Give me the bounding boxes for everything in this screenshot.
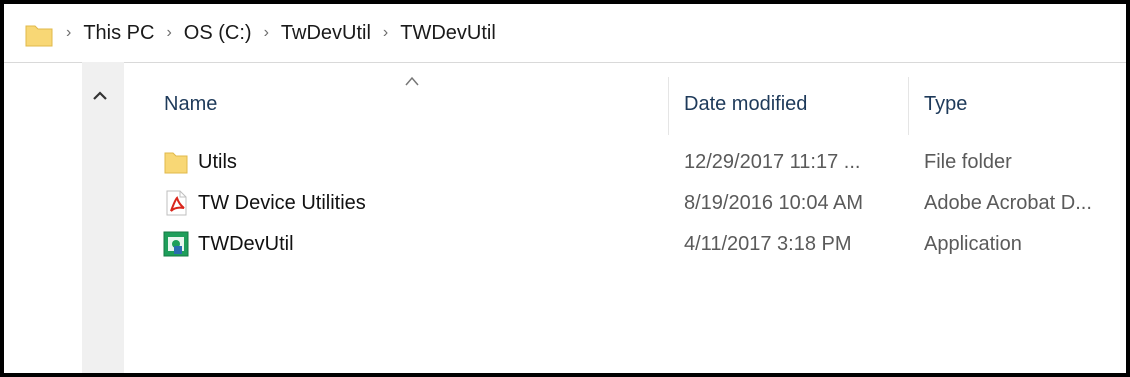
file-name: TWDevUtil [198, 233, 294, 255]
file-row-tw-device-utilities[interactable]: TW Device Utilities 8/19/2016 10:04 AM A… [124, 186, 1126, 227]
breadcrumb-twdevutil-parent[interactable]: TwDevUtil [281, 22, 371, 45]
folder-icon [25, 25, 53, 47]
chevron-right-icon[interactable]: › [383, 24, 388, 42]
file-row-twdevutil[interactable]: TWDevUtil 4/11/2017 3:18 PM Application [124, 227, 1126, 268]
file-date-modified: 8/19/2016 10:04 AM [684, 192, 864, 214]
folder-icon [164, 152, 188, 174]
chevron-right-icon[interactable]: › [66, 24, 71, 42]
breadcrumb-this-pc[interactable]: This PC [83, 22, 154, 45]
chevron-right-icon[interactable]: › [166, 24, 171, 42]
application-icon [163, 231, 189, 257]
sort-ascending-icon [405, 76, 419, 86]
address-bar[interactable]: › This PC › OS (C:) › TwDevUtil › TWDevU… [4, 4, 1126, 63]
breadcrumb-twdevutil-current[interactable]: TWDevUtil [400, 22, 496, 45]
file-row-utils[interactable]: Utils 12/29/2017 11:17 ... File folder [124, 145, 1126, 186]
file-date-modified: 12/29/2017 11:17 ... [684, 151, 861, 173]
file-name: TW Device Utilities [198, 192, 366, 214]
chevron-up-icon[interactable] [90, 86, 110, 106]
file-type: File folder [924, 151, 1012, 173]
column-header-type[interactable]: Type [924, 93, 967, 116]
column-header-name[interactable]: Name [164, 93, 217, 116]
breadcrumb: › This PC › OS (C:) › TwDevUtil › TWDevU… [66, 4, 508, 62]
column-divider[interactable] [668, 77, 669, 135]
column-header: Name Date modified Type [124, 63, 1126, 145]
navigation-pane-strip [82, 62, 124, 373]
file-type: Adobe Acrobat D... [924, 192, 1092, 214]
breadcrumb-os-drive[interactable]: OS (C:) [184, 22, 252, 45]
column-divider[interactable] [908, 77, 909, 135]
file-date-modified: 4/11/2017 3:18 PM [684, 233, 852, 255]
column-header-date-modified[interactable]: Date modified [684, 93, 807, 116]
file-name: Utils [198, 151, 237, 173]
file-type: Application [924, 233, 1022, 255]
pdf-icon [166, 190, 187, 216]
file-explorer-window: › This PC › OS (C:) › TwDevUtil › TWDevU… [0, 0, 1130, 377]
file-list: Utils 12/29/2017 11:17 ... File folder T… [124, 145, 1126, 268]
chevron-right-icon[interactable]: › [264, 24, 269, 42]
